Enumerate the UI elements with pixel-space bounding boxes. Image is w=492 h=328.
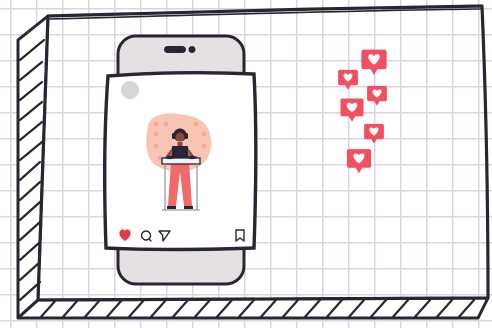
heart-reaction-badge (338, 69, 358, 90)
post-card (102, 70, 258, 252)
heart-reaction-badge (361, 49, 387, 75)
heart-reaction-badge (364, 123, 384, 144)
heart-reaction-badge (346, 149, 372, 174)
heart-reaction-badge (367, 85, 387, 106)
phone-camera (188, 46, 196, 53)
floating-reactions (338, 49, 387, 174)
avatar (121, 81, 139, 99)
phone-notch (164, 46, 186, 53)
heart-reaction-badge (340, 98, 364, 122)
social-media-illustration (16, 4, 490, 320)
